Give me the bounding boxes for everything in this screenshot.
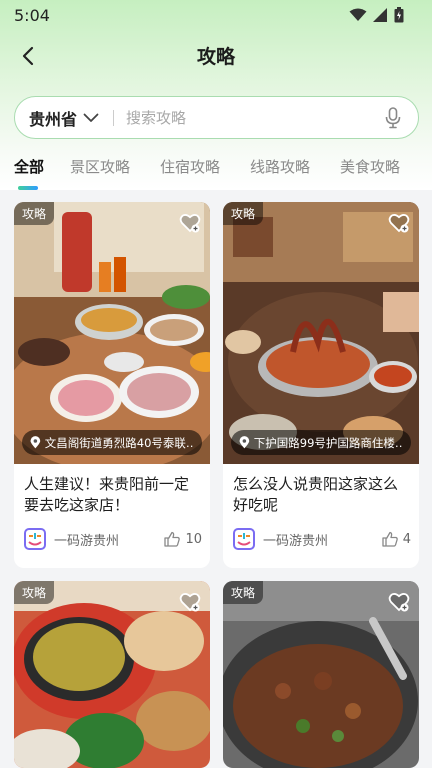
tab-indicator: [18, 186, 38, 190]
article-title: 怎么没人说贵阳这家这么好吃呢: [233, 475, 399, 514]
status-time: 5:04: [14, 5, 50, 25]
article-card[interactable]: 攻略 下护国路99号护国路商住楼… 怎么没人说贵阳这家这么好吃呢 一码游贵州 4: [223, 202, 419, 568]
article-footer: 一码游贵州 4: [233, 527, 411, 551]
article-tag: 攻略: [14, 202, 55, 225]
location-pin-icon: [239, 436, 250, 449]
location-text: 文昌阁街道勇烈路40号泰联…: [44, 435, 194, 450]
like-count: 4: [402, 531, 411, 547]
location-text: 下护国路99号护国路商住楼…: [253, 435, 403, 450]
article-card[interactable]: 攻略: [14, 581, 210, 768]
thumbs-up-icon: [164, 531, 181, 547]
wifi-icon: [349, 8, 367, 21]
category-tabs: 全部 景区攻略 住宿攻略 线路攻略 美食攻略: [0, 156, 432, 192]
article-card[interactable]: 攻略 文昌阁街道勇烈路40号泰联… 人生建议！来贵阳前一定要去吃这家店！ 一码游…: [14, 202, 210, 568]
article-tag: 攻略: [14, 581, 55, 604]
author-name: 一码游贵州: [263, 533, 329, 549]
thumbs-up-icon: [382, 531, 398, 547]
author-logo-icon: [24, 528, 46, 550]
article-card[interactable]: 攻略: [223, 581, 419, 768]
favorite-heart-icon[interactable]: [179, 591, 201, 613]
status-bar: 5:04: [0, 0, 432, 30]
favorite-heart-icon[interactable]: [388, 212, 410, 234]
microphone-icon[interactable]: [382, 106, 404, 129]
author-logo-icon: [233, 528, 255, 550]
article-image: [14, 202, 210, 464]
location-pin-icon: [30, 436, 41, 449]
favorite-heart-icon[interactable]: [388, 591, 410, 613]
article-tag: 攻略: [223, 202, 264, 225]
search-bar: 贵州省: [14, 96, 419, 139]
search-input[interactable]: [126, 108, 382, 127]
tab-food[interactable]: 美食攻略: [340, 156, 400, 177]
article-tag: 攻略: [223, 581, 264, 604]
region-selector[interactable]: 贵州省: [29, 106, 77, 130]
location-pill: 下护国路99号护国路商住楼…: [231, 430, 411, 455]
article-footer: 一码游贵州 10: [24, 527, 202, 551]
tab-scenic[interactable]: 景区攻略: [70, 156, 130, 177]
tab-routes[interactable]: 线路攻略: [250, 156, 310, 177]
chevron-down-icon[interactable]: [83, 113, 99, 123]
like-button[interactable]: 10: [164, 531, 202, 547]
like-button[interactable]: 4: [382, 531, 411, 547]
battery-icon: [394, 7, 404, 23]
search-divider: [113, 109, 115, 126]
signal-icon: [373, 8, 387, 22]
nav-bar: 攻略: [0, 34, 432, 78]
article-title: 人生建议！来贵阳前一定要去吃这家店！: [24, 475, 190, 514]
like-count: 10: [185, 531, 202, 547]
article-image: [223, 202, 419, 464]
location-pill: 文昌阁街道勇烈路40号泰联…: [22, 430, 202, 455]
status-icons: [349, 7, 404, 23]
author-name: 一码游贵州: [54, 533, 120, 549]
page-title: 攻略: [196, 46, 235, 68]
tab-accommodation[interactable]: 住宿攻略: [160, 156, 220, 177]
favorite-heart-icon[interactable]: [179, 212, 201, 234]
tab-all[interactable]: 全部: [14, 156, 44, 177]
